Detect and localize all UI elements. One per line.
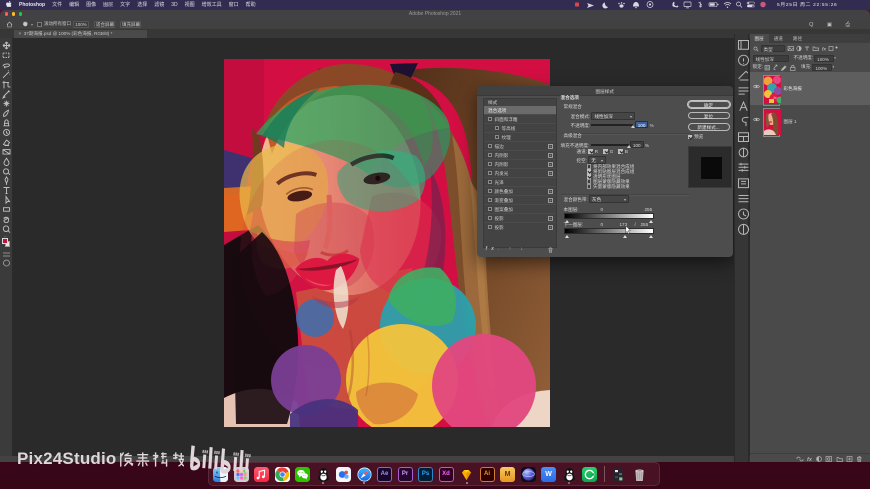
svg-text:fx: fx — [807, 457, 813, 463]
svg-text:fx: fx — [822, 47, 826, 52]
